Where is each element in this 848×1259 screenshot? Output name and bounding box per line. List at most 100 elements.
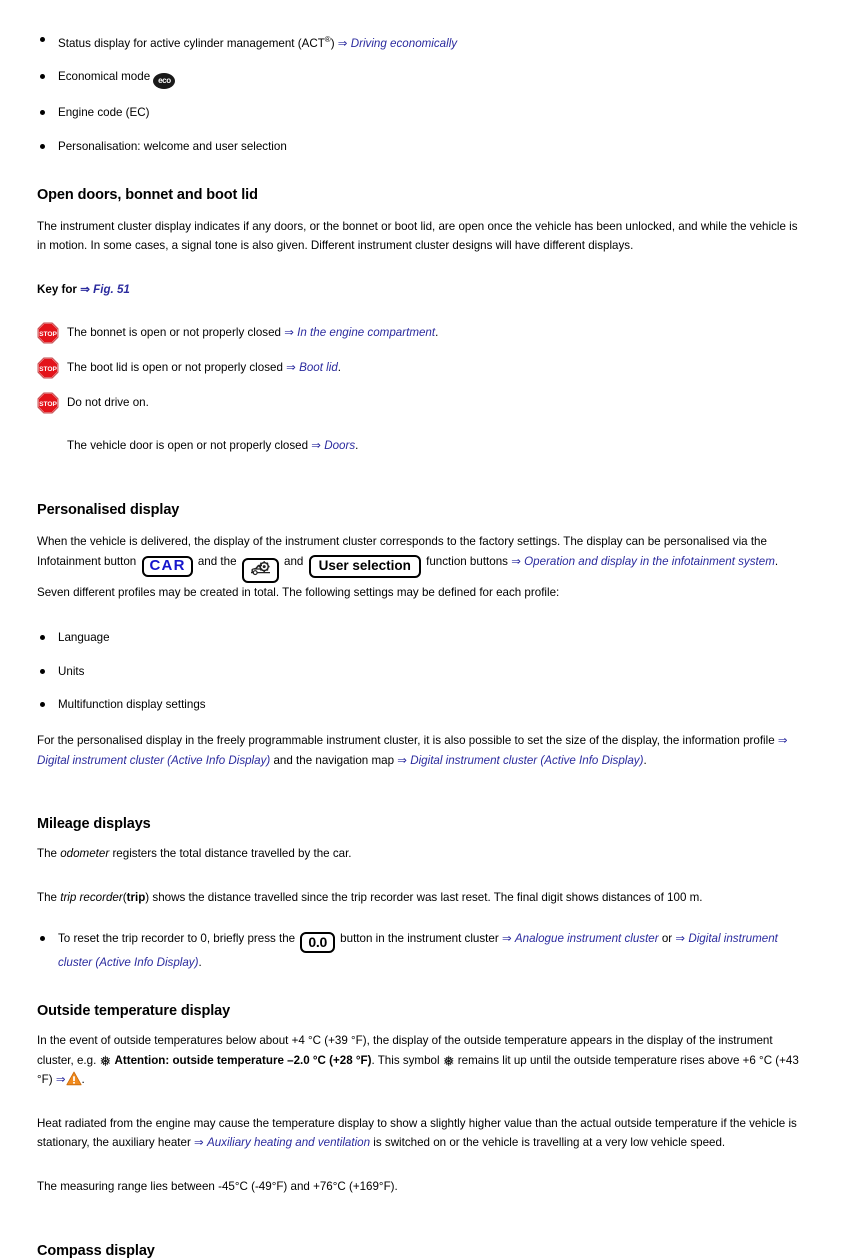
feature-bullet-list: Status display for active cylinder manag… <box>37 30 809 157</box>
key-row: STOP The boot lid is open or not properl… <box>37 356 809 380</box>
open-doors-paragraph: The instrument cluster display indicates… <box>37 219 798 253</box>
key-row: STOP The bonnet is open or not properly … <box>37 321 809 345</box>
key-for-line: Key for ⇒ Fig. 51 <box>37 280 809 300</box>
user-selection-button[interactable]: User selection <box>308 554 421 578</box>
bullet-text: Engine code (EC) <box>58 106 150 120</box>
personalised-settings-list: Language Units Multifunction display set… <box>37 628 809 715</box>
list-item: Personalisation: welcome and user select… <box>37 137 809 157</box>
trip-recorder-term: trip recorder <box>60 890 123 904</box>
arrow-glyph: ⇒ <box>675 932 686 946</box>
arrow-glyph: ⇒ <box>397 753 407 767</box>
para-text: ) <box>145 890 150 904</box>
bullet-text: Units <box>58 664 85 678</box>
warning-triangle-icon <box>65 1071 82 1086</box>
bullet-text: . <box>198 956 202 970</box>
cross-reference-link[interactable]: Doors <box>324 439 355 452</box>
bullet-text: Economical mode <box>58 70 151 84</box>
section-heading-compass-display: Compass display <box>37 1242 155 1259</box>
cross-reference-link[interactable]: Operation and display in the infotainmen… <box>524 555 775 568</box>
arrow-glyph: ⇒ <box>194 1136 204 1150</box>
car-setup-button[interactable] <box>241 557 279 583</box>
trip-reset-list: To reset the trip recorder to 0, briefly… <box>37 929 809 973</box>
para-text: and the navigation map <box>273 753 395 767</box>
arrow-glyph: ⇒ <box>80 282 90 296</box>
bullet-text: Personalisation: welcome and user select… <box>58 140 287 154</box>
cross-reference-link[interactable]: Driving economically <box>351 37 457 50</box>
svg-text:STOP: STOP <box>39 402 57 409</box>
car-setup-icon <box>250 560 271 581</box>
car-button[interactable]: CAR <box>141 555 193 577</box>
arrow-glyph: ⇒ <box>55 1073 66 1087</box>
bullet-text: or <box>661 932 673 946</box>
trailing-punctuation: . <box>435 326 439 340</box>
section-heading-open-doors: Open doors, bonnet and boot lid <box>37 186 258 203</box>
section-heading-outside-temperature: Outside temperature display <box>37 1002 231 1019</box>
personalised-closing-paragraph: For the personalised display in the free… <box>37 731 809 770</box>
arrow-glyph: ⇒ <box>284 326 294 340</box>
key-text: The vehicle door is open or not properly… <box>67 439 309 453</box>
document-page: Status display for active cylinder manag… <box>0 0 848 1259</box>
snowflake-icon: ❅ <box>99 1052 112 1069</box>
key-row-text: Do not drive on. <box>67 391 149 413</box>
arrow-glyph: ⇒ <box>337 36 348 50</box>
list-item: Units <box>37 662 809 682</box>
eco-icon: eco <box>153 73 176 90</box>
svg-text:STOP: STOP <box>39 367 57 374</box>
section-heading-mileage-displays: Mileage displays <box>37 816 151 833</box>
cross-reference-link[interactable]: Boot lid <box>299 361 338 374</box>
trip-reset-button[interactable]: 0.0 <box>300 932 335 954</box>
stop-icon: STOP <box>37 357 59 380</box>
mileage-paragraph-2: The trip recorder(trip) shows the distan… <box>37 888 809 908</box>
attention-temperature-text: Attention: outside temperature –2.0 °C (… <box>114 1053 372 1067</box>
page-content: Status display for active cylinder manag… <box>37 30 809 1259</box>
cross-reference-link[interactable]: Digital instrument cluster (Active Info … <box>410 754 643 767</box>
para-text: is switched on or the vehicle is travell… <box>373 1136 726 1150</box>
list-item: To reset the trip recorder to 0, briefly… <box>37 929 809 973</box>
stop-icon: STOP <box>37 322 59 345</box>
arrow-glyph: ⇒ <box>511 554 521 568</box>
stop-icon: STOP <box>37 392 59 415</box>
bullet-text: button in the instrument cluster <box>340 932 499 946</box>
section-heading-personalised-display: Personalised display <box>37 502 180 519</box>
key-row-text: The bonnet is open or not properly close… <box>67 321 438 343</box>
para-text: . <box>643 753 647 767</box>
stop-icon-wrap: STOP <box>37 391 67 415</box>
para-text: . <box>81 1073 85 1087</box>
door-key-list: STOP The bonnet is open or not properly … <box>37 321 809 456</box>
key-text: Do not drive on. <box>67 396 149 410</box>
key-for-label: Key for <box>37 282 77 296</box>
para-text: . This symbol <box>371 1053 440 1067</box>
outside-temp-paragraph-3: The measuring range lies between -45°C (… <box>37 1179 398 1193</box>
outside-temp-paragraph-2: Heat radiated from the engine may cause … <box>37 1114 809 1153</box>
list-item: Economical mode eco <box>37 67 809 90</box>
list-item: Multifunction display settings <box>37 695 809 715</box>
bullet-text: Multifunction display settings <box>58 698 206 712</box>
trip-bold: trip <box>126 890 146 904</box>
arrow-glyph: ⇒ <box>501 932 512 946</box>
cross-reference-link[interactable]: In the engine compartment <box>297 326 435 339</box>
key-row-text: The boot lid is open or not properly clo… <box>67 356 341 378</box>
bullet-text: To reset the trip recorder to 0, briefly… <box>58 932 296 946</box>
cross-reference-link[interactable]: Digital instrument cluster (Active Info … <box>37 754 270 767</box>
personalised-paragraph: When the vehicle is delivered, the displ… <box>37 532 809 602</box>
para-text: The <box>37 890 57 904</box>
arrow-glyph: ⇒ <box>777 733 788 747</box>
para-text: and <box>284 554 304 568</box>
para-text: function buttons <box>426 554 508 568</box>
key-plain-row: The vehicle door is open or not properly… <box>37 436 809 456</box>
para-text: and the <box>197 554 237 568</box>
stop-icon-wrap: STOP <box>37 356 67 380</box>
para-text: The <box>37 847 57 861</box>
cross-reference-link[interactable]: Auxiliary heating and ventilation <box>207 1136 370 1149</box>
svg-text:STOP: STOP <box>39 332 57 339</box>
list-item: Status display for active cylinder manag… <box>37 30 809 53</box>
snowflake-icon: ❅ <box>442 1052 455 1069</box>
mileage-paragraph-1: The odometer registers the total distanc… <box>37 844 809 864</box>
figure-link[interactable]: Fig. 51 <box>93 283 130 296</box>
stop-icon-wrap: STOP <box>37 321 67 345</box>
trailing-punctuation: . <box>355 439 359 453</box>
cross-reference-link[interactable]: Analogue instrument cluster <box>515 932 659 945</box>
list-item: Engine code (EC) <box>37 103 809 123</box>
para-text: shows the distance travelled since the t… <box>152 890 703 904</box>
outside-temp-paragraph-1: In the event of outside temperatures bel… <box>37 1031 809 1090</box>
